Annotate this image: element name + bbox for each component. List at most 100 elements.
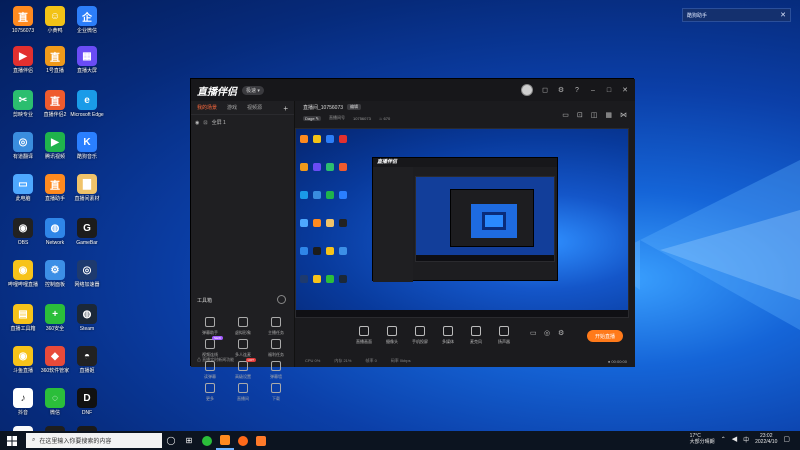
app-icon: ▶ bbox=[13, 46, 33, 66]
tool-item[interactable]: 福利任务 bbox=[261, 339, 291, 358]
app-icon: ☺ bbox=[45, 6, 65, 26]
desktop-icon[interactable]: 企企业微信 bbox=[70, 6, 104, 34]
desktop-icon[interactable]: ◎ 网络加速器 bbox=[70, 260, 104, 288]
live-preview[interactable]: 直播伴侣 bbox=[295, 128, 629, 318]
tab-game[interactable]: 游戏 bbox=[227, 104, 237, 111]
toolbox-settings-icon[interactable] bbox=[277, 295, 286, 304]
multimedia-button[interactable]: 多媒体 bbox=[435, 326, 461, 345]
tab-video-source[interactable]: 视频源 bbox=[247, 104, 262, 111]
task-view-icon[interactable]: ◯ bbox=[162, 431, 180, 450]
desktop-icon[interactable]: e Microsoft Edge bbox=[70, 90, 104, 118]
desktop-icon[interactable]: ▤ 直播工具箱 bbox=[6, 304, 40, 332]
live-companion-taskbar-icon[interactable] bbox=[216, 431, 234, 450]
desktop-icon[interactable]: G GameBar bbox=[70, 218, 104, 246]
visibility-icon[interactable]: ◉ bbox=[195, 120, 199, 126]
volume-icon[interactable]: ◀ bbox=[732, 435, 737, 443]
tool-item[interactable]: 直播间 bbox=[228, 383, 258, 402]
desktop-icon[interactable]: ◉ 哔哩哔哩直播 bbox=[6, 260, 40, 288]
desktop-icon[interactable]: ⚙ 控制面板 bbox=[38, 260, 72, 288]
maximize-icon[interactable]: □ bbox=[605, 87, 613, 94]
layout-icon[interactable]: ▭ bbox=[562, 111, 569, 119]
ime-icon[interactable]: 中 bbox=[743, 435, 749, 444]
filter-icon[interactable]: ◎ bbox=[544, 329, 550, 337]
tool-item[interactable]: 读弹幕 bbox=[195, 361, 225, 380]
screen-capture-button[interactable]: 直播画面 bbox=[351, 326, 377, 345]
desktop-icon[interactable]: ◉ OBS bbox=[6, 218, 40, 246]
add-scene-icon[interactable]: + bbox=[283, 104, 288, 113]
grid-icon[interactable]: ▦ bbox=[605, 111, 612, 119]
desktop-icon[interactable]: ▶ 直播伴侣 bbox=[6, 46, 40, 74]
notice-text[interactable]: ⚠ 直播实时新闻功能 bbox=[197, 357, 234, 363]
settings-icon[interactable]: ⚙ bbox=[557, 86, 565, 94]
help-icon[interactable]: ? bbox=[573, 87, 581, 94]
message-icon[interactable]: ◻ bbox=[541, 86, 549, 94]
tool-item[interactable]: 弹幕助手 bbox=[195, 317, 225, 336]
phone-mirror-button[interactable]: 手机投屏 bbox=[407, 326, 433, 345]
desktop-icon[interactable]: ◌ 微信 bbox=[38, 388, 72, 416]
browser-taskbar-icon[interactable] bbox=[234, 431, 252, 450]
title-bar[interactable]: 直播伴侣 极速 ▾ ◻ ⚙ ? – □ ✕ bbox=[191, 79, 635, 101]
mode-selector[interactable]: 极速 ▾ bbox=[242, 85, 264, 95]
desktop-icon[interactable]: 直直播助手 bbox=[38, 174, 72, 202]
speaker-button[interactable]: 扬声器 bbox=[491, 326, 517, 345]
close-icon[interactable]: ✕ bbox=[780, 11, 786, 19]
desktop-icon[interactable]: D DNF bbox=[70, 388, 104, 416]
desktop-icon[interactable]: +360安全 bbox=[38, 304, 72, 332]
app-taskbar-icon[interactable] bbox=[252, 431, 270, 450]
taskbar-search[interactable]: ⌕ 在这里输入你要搜索的内容 bbox=[26, 433, 162, 448]
preview-icon bbox=[300, 163, 308, 171]
desktop-icon[interactable]: 直 1号直播 bbox=[38, 46, 72, 74]
tool-item[interactable]: 弹幕墙 bbox=[261, 361, 291, 380]
desktop-icon[interactable]: ▶ 腾讯视频 bbox=[38, 132, 72, 160]
tool-item[interactable]: 视频连线 NEW bbox=[195, 336, 225, 358]
avatar[interactable] bbox=[521, 84, 533, 96]
scene-item[interactable]: ◉ ⊡ 全屏 1 bbox=[191, 115, 294, 130]
tool-label: 主播任务 bbox=[268, 330, 284, 335]
desktop-icon[interactable]: ♪ 抖音 bbox=[6, 388, 40, 416]
share-icon[interactable]: ⋈ bbox=[620, 111, 627, 119]
desktop-icon[interactable]: K 酷狗音乐 bbox=[70, 132, 104, 160]
tool-item[interactable]: 虚拟形象 bbox=[228, 317, 258, 336]
desktop-icon[interactable]: ▦ 直播大屏 bbox=[70, 46, 104, 74]
camera-button[interactable]: 摄像头 bbox=[379, 326, 405, 345]
desktop-icon[interactable]: 直 10756073 bbox=[6, 6, 40, 34]
desktop-icon[interactable]: ◆ 360软件管家 bbox=[38, 346, 72, 374]
music-widget[interactable]: 酷狗助手 ✕ bbox=[682, 8, 791, 22]
start-live-button[interactable]: 开始直播 bbox=[587, 330, 623, 342]
streamer-name[interactable]: Dage ✎ bbox=[303, 115, 322, 121]
microphone-button[interactable]: 麦克风 bbox=[463, 326, 489, 345]
tool-item[interactable]: 多人连麦 bbox=[228, 339, 258, 358]
mic-mute-icon[interactable]: ▭ bbox=[530, 329, 537, 337]
desktop-icon[interactable]: ◎ 有道翻译 bbox=[6, 132, 40, 160]
desktop-icon[interactable]: ◍ Steam bbox=[70, 304, 104, 332]
multi-window-icon[interactable]: ⊞ bbox=[180, 431, 198, 450]
desktop-icon[interactable]: ✂ 剪映专业 bbox=[6, 90, 40, 118]
tool-item[interactable]: 高级设置 HOT bbox=[228, 358, 258, 380]
weather-widget[interactable]: 17°C 大部分晴朗 bbox=[690, 433, 715, 445]
preview-icon bbox=[313, 163, 321, 171]
notification-icon[interactable]: ▢ bbox=[783, 435, 790, 443]
close-icon[interactable]: ✕ bbox=[621, 86, 629, 94]
tool-item[interactable]: 主播任务 bbox=[261, 317, 291, 336]
settings-icon[interactable]: ⚙ bbox=[558, 329, 564, 337]
minimize-icon[interactable]: – bbox=[589, 87, 597, 94]
wechat-taskbar-icon[interactable] bbox=[198, 431, 216, 450]
lock-icon[interactable]: ⊡ bbox=[203, 120, 207, 126]
desktop-icon[interactable]: ☺ 小黄鸭 bbox=[38, 6, 72, 34]
desktop-icon[interactable]: 直直播伴侣2 bbox=[38, 90, 72, 118]
tab-my-scenes[interactable]: 我的场景 bbox=[197, 104, 217, 111]
desktop-icon[interactable]: ◍ Network bbox=[38, 218, 72, 246]
edit-room-button[interactable]: 编辑 bbox=[347, 104, 362, 110]
desktop-icon[interactable]: ◉ 斗鱼直播 bbox=[6, 346, 40, 374]
tool-item[interactable]: 更多 bbox=[195, 383, 225, 402]
clock[interactable]: 23:02 2022/4/10 bbox=[755, 433, 777, 445]
volume-icon[interactable]: ◫ bbox=[591, 111, 598, 119]
tool-item[interactable]: 下载 bbox=[261, 383, 291, 402]
app-icon: G bbox=[77, 218, 97, 238]
desktop-icon[interactable]: ▇ 直播间素材 bbox=[70, 174, 104, 202]
start-button[interactable] bbox=[0, 431, 24, 450]
desktop-icon[interactable]: ◓ 直播姬 bbox=[70, 346, 104, 374]
desktop-icon[interactable]: ▭ 此电脑 bbox=[6, 174, 40, 202]
chevron-up-icon[interactable]: ⌃ bbox=[721, 436, 726, 443]
lock-icon[interactable]: ⊡ bbox=[577, 111, 583, 119]
